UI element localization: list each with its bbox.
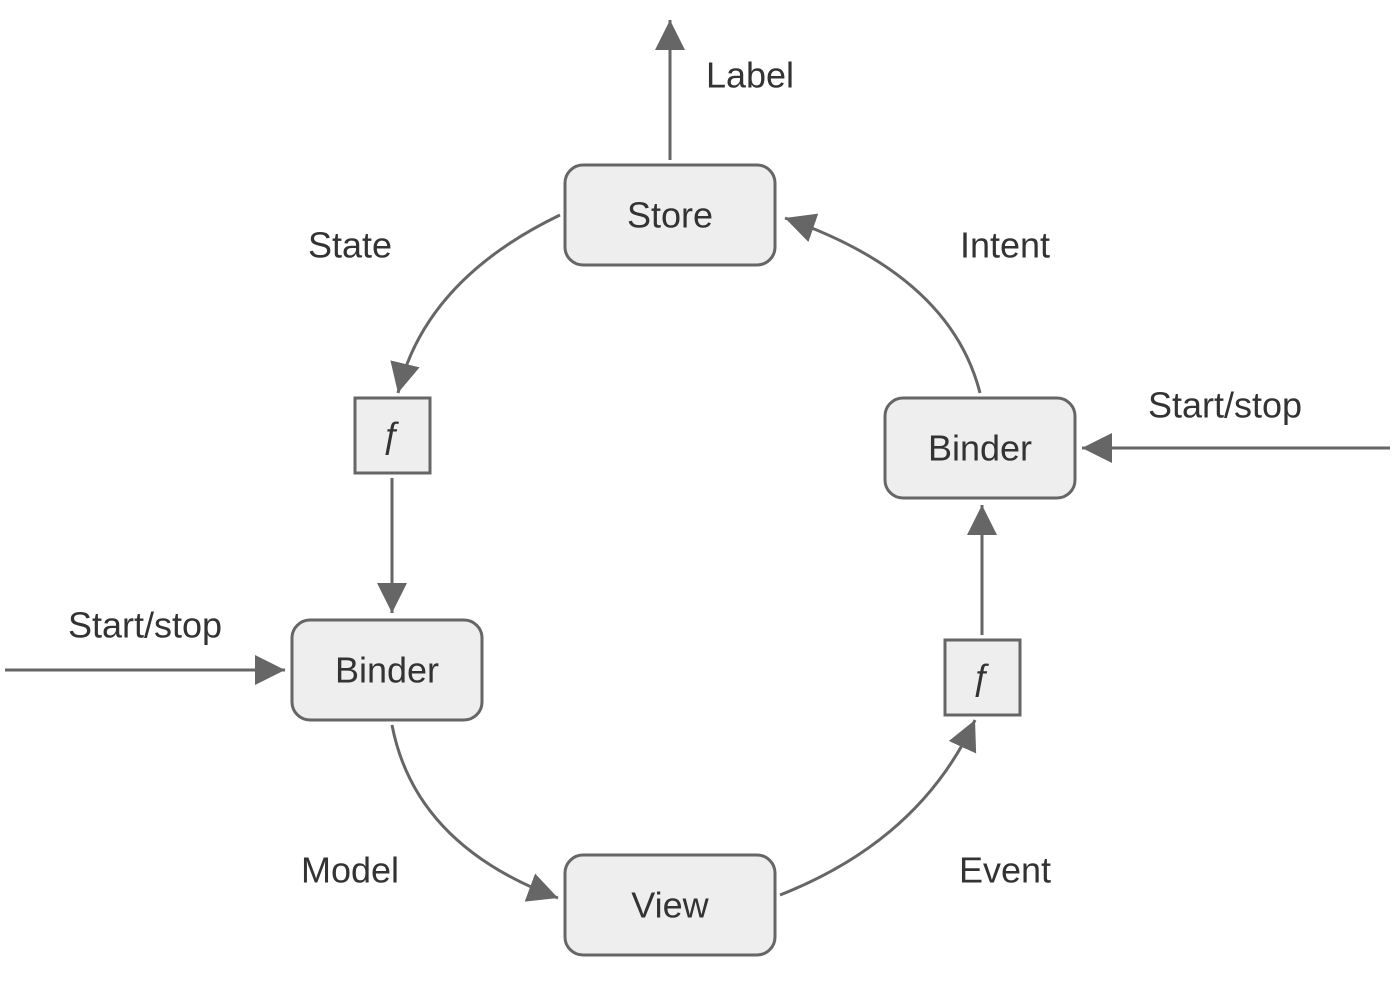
state-edge-text: State [308,225,392,266]
binder-left-label: Binder [335,650,439,691]
intent-edge-text: Intent [960,225,1050,266]
function-left-label: ƒ [382,415,402,456]
binder-right-label: Binder [928,428,1032,469]
intent-arrow [785,218,980,393]
view-label: View [631,885,709,926]
start-stop-right-text: Start/stop [1148,385,1302,426]
start-stop-left-text: Start/stop [68,605,222,646]
model-arrow [392,725,558,898]
function-right-label: ƒ [972,657,992,698]
model-edge-text: Model [301,850,399,891]
architecture-diagram: Store View Binder Binder ƒ ƒ Label State… [0,0,1396,990]
state-arrow [398,215,560,393]
event-edge-text: Event [959,850,1051,891]
label-edge-text: Label [706,55,794,96]
event-arrow [780,720,975,895]
store-label: Store [627,195,713,236]
